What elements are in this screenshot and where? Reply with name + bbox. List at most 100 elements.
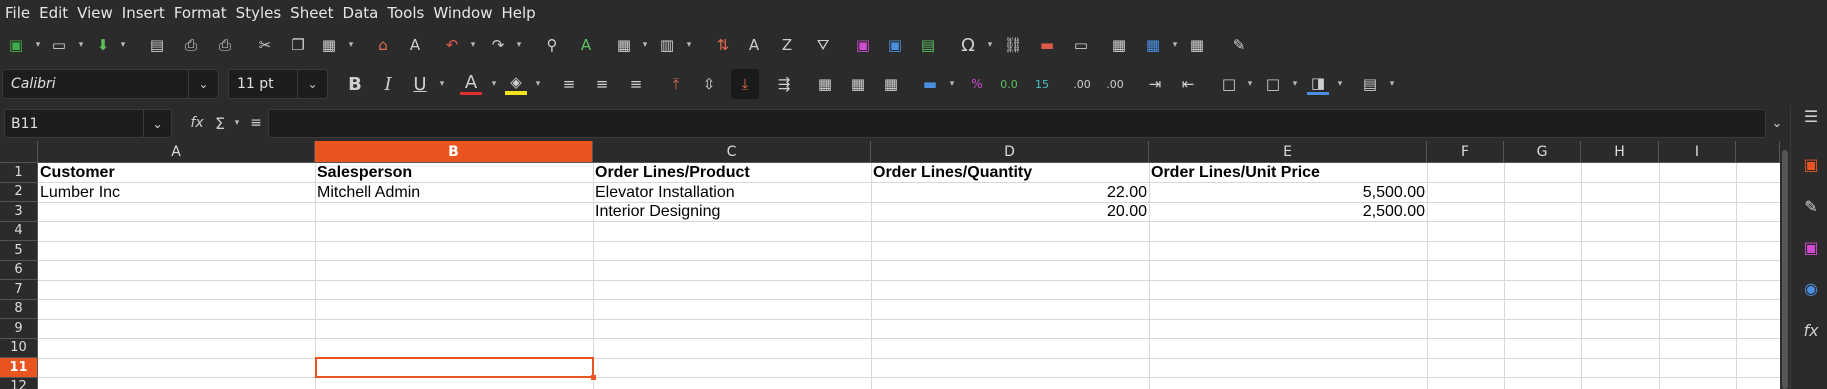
clear-formatting-icon[interactable]: A (404, 34, 426, 56)
chevron-down-icon[interactable]: ⌄ (188, 70, 218, 98)
cell-c1[interactable]: Order Lines/Product (593, 163, 871, 182)
border-style-dropdown-icon[interactable]: ▾ (1290, 77, 1300, 91)
split-window-icon[interactable]: ▦ (1186, 34, 1208, 56)
formula-input[interactable] (268, 109, 1766, 138)
column-header-d[interactable]: D (871, 141, 1149, 163)
wrap-text-icon[interactable]: ⇶ (773, 73, 795, 95)
chevron-down-icon[interactable]: ⌄ (143, 110, 171, 137)
underline-icon[interactable]: U (409, 73, 431, 95)
bold-icon[interactable]: B (344, 73, 366, 95)
sidebar-menu-icon[interactable]: ☰ (1800, 105, 1822, 127)
scrollbar-thumb[interactable] (1782, 150, 1788, 389)
cell-d2[interactable]: 22.00 (871, 183, 1149, 202)
save-icon[interactable]: ⬇ (92, 34, 114, 56)
font-color-dropdown-icon[interactable]: ▾ (489, 77, 499, 91)
hyperlink-icon[interactable]: ⛓ (1002, 34, 1024, 56)
row-dropdown-icon[interactable]: ▾ (640, 38, 650, 52)
menu-view[interactable]: View (76, 0, 120, 27)
pivot-table-icon[interactable]: ▤ (917, 34, 939, 56)
conditional-dropdown-icon[interactable]: ▾ (1387, 77, 1397, 91)
function-wizard-icon[interactable]: fx (186, 112, 208, 134)
spelling-icon[interactable]: A (575, 34, 597, 56)
gallery-icon[interactable]: ▣ (1800, 236, 1822, 258)
border-color-dropdown-icon[interactable]: ▾ (1335, 77, 1345, 91)
new-document-icon[interactable]: ▣ (5, 34, 27, 56)
highlight-dropdown-icon[interactable]: ▾ (533, 77, 543, 91)
undo-icon[interactable]: ↶ (441, 34, 463, 56)
row-header-9[interactable]: 9 (0, 319, 38, 339)
autofilter-icon[interactable]: ⛛ (812, 34, 834, 56)
print-preview-icon[interactable]: ⎙ (214, 34, 236, 56)
spreadsheet-grid[interactable]: A B C D E F G H I 1 2 3 4 5 6 7 8 9 10 1… (0, 141, 1780, 389)
delete-decimal-icon[interactable]: .00 (1104, 73, 1126, 95)
borders-icon[interactable]: □ (1218, 73, 1240, 95)
active-cell-cursor[interactable] (315, 357, 594, 378)
fill-handle[interactable] (591, 375, 596, 380)
open-dropdown-icon[interactable]: ▾ (76, 38, 86, 52)
cell-e1[interactable]: Order Lines/Unit Price (1149, 163, 1427, 182)
column-header-f[interactable]: F (1427, 141, 1504, 163)
expand-formula-bar-icon[interactable]: ⌄ (1766, 112, 1788, 134)
menu-edit[interactable]: Edit (38, 0, 75, 27)
column-header-e[interactable]: E (1149, 141, 1427, 163)
paste-dropdown-icon[interactable]: ▾ (346, 38, 356, 52)
cell-b2[interactable]: Mitchell Admin (315, 183, 593, 202)
border-style-icon[interactable]: □ (1262, 73, 1284, 95)
properties-icon[interactable]: ▣ (1800, 153, 1822, 175)
border-color-icon[interactable]: ◨ (1307, 73, 1329, 95)
sort-descending-icon[interactable]: Z (776, 34, 798, 56)
column-header-j[interactable] (1736, 141, 1780, 163)
menu-format[interactable]: Format (173, 0, 234, 27)
increase-indent-icon[interactable]: ⇥ (1144, 73, 1166, 95)
row-header-3[interactable]: 3 (0, 202, 38, 222)
menu-help[interactable]: Help (500, 0, 542, 27)
cell-b1[interactable]: Salesperson (315, 163, 593, 182)
highlight-color-icon[interactable]: ◈ (505, 73, 527, 95)
font-name-box[interactable]: Calibri ⌄ (2, 69, 219, 99)
align-top-icon[interactable]: ⤒ (665, 73, 687, 95)
column-icon[interactable]: ▥ (656, 34, 678, 56)
font-color-icon[interactable]: A (460, 72, 482, 95)
cell-d1[interactable]: Order Lines/Quantity (871, 163, 1149, 182)
currency-icon[interactable]: ▬ (919, 73, 941, 95)
functions-icon[interactable]: fx (1800, 319, 1822, 341)
unmerge-cells-icon[interactable]: ▦ (880, 73, 902, 95)
menu-sheet[interactable]: Sheet (289, 0, 340, 27)
navigator-icon[interactable]: ◉ (1800, 277, 1822, 299)
cell-c2[interactable]: Elevator Installation (593, 183, 871, 202)
column-header-g[interactable]: G (1504, 141, 1581, 163)
merge-center-icon[interactable]: ▦ (814, 73, 836, 95)
cut-icon[interactable]: ✂ (254, 34, 276, 56)
column-dropdown-icon[interactable]: ▾ (684, 38, 694, 52)
comment-icon[interactable]: ▬ (1036, 34, 1058, 56)
show-draw-functions-icon[interactable]: ✎ (1228, 34, 1250, 56)
underline-dropdown-icon[interactable]: ▾ (437, 77, 447, 91)
align-bottom-icon[interactable]: ⤓ (731, 69, 759, 99)
column-header-b[interactable]: B (315, 141, 593, 163)
special-character-icon[interactable]: Ω (957, 34, 979, 56)
sort-icon[interactable]: ⇅ (712, 34, 734, 56)
percent-icon[interactable]: % (966, 73, 988, 95)
cell-a1[interactable]: Customer (38, 163, 315, 182)
row-header-5[interactable]: 5 (0, 241, 38, 261)
cell-e3[interactable]: 2,500.00 (1149, 202, 1427, 221)
menu-window[interactable]: Window (432, 0, 499, 27)
undo-dropdown-icon[interactable]: ▾ (468, 38, 478, 52)
conditional-icon[interactable]: ▤ (1359, 73, 1381, 95)
paste-icon[interactable]: ▦ (318, 34, 340, 56)
align-left-icon[interactable]: ≡ (558, 73, 580, 95)
borders-dropdown-icon[interactable]: ▾ (1245, 77, 1255, 91)
row-header-12[interactable]: 12 (0, 377, 38, 389)
merge-cells-icon[interactable]: ▦ (847, 73, 869, 95)
menu-styles[interactable]: Styles (235, 0, 289, 27)
chevron-down-icon[interactable]: ⌄ (297, 70, 327, 98)
cell-e2[interactable]: 5,500.00 (1149, 183, 1427, 202)
name-box[interactable]: B11 ⌄ (4, 109, 172, 138)
clone-formatting-icon[interactable]: ⌂ (372, 34, 394, 56)
row-header-4[interactable]: 4 (0, 221, 38, 241)
align-center-icon[interactable]: ≡ (591, 73, 613, 95)
row-header-2[interactable]: 2 (0, 182, 38, 202)
new-dropdown-icon[interactable]: ▾ (33, 38, 43, 52)
row-header-10[interactable]: 10 (0, 338, 38, 358)
redo-dropdown-icon[interactable]: ▾ (514, 38, 524, 52)
